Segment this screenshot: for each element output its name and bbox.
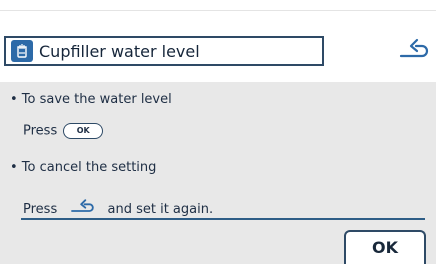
back-arrow-icon [399, 38, 429, 58]
instruction-suffix: and set it again. [107, 202, 214, 217]
save-instruction: • To save the water level [10, 92, 172, 107]
back-arrow-icon [71, 199, 95, 212]
page-title: Cupfiller water level [39, 41, 200, 61]
back-button[interactable] [396, 34, 430, 64]
cancel-instruction: • To cancel the setting [10, 160, 157, 175]
cancel-press-line: Press and set it again. [23, 196, 213, 217]
ok-button[interactable]: OK [344, 230, 426, 264]
press-label: Press [23, 123, 58, 139]
ok-key-icon: OK [63, 123, 104, 139]
title-bar: Cupfiller water level [4, 36, 324, 66]
instruction-divider [21, 218, 425, 220]
press-label: Press [23, 202, 58, 217]
save-press-line: Press OK [23, 123, 104, 139]
cup-filler-icon [11, 40, 33, 62]
top-divider [0, 10, 436, 11]
